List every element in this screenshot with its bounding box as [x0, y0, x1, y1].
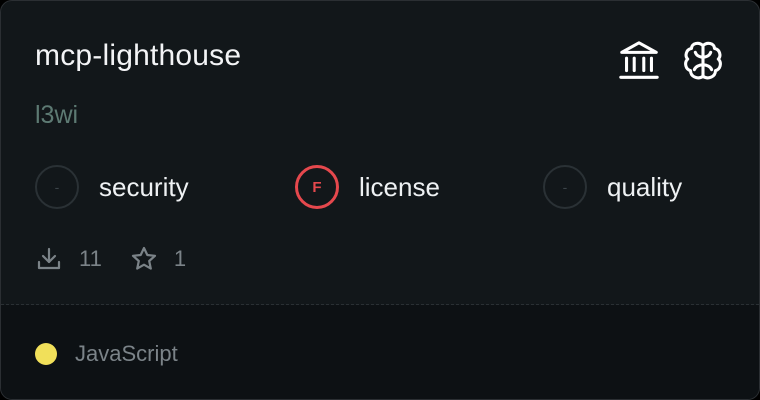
card-body: mcp-lighthouse l3wi - security F license… — [1, 1, 759, 304]
license-score[interactable]: F license — [295, 165, 440, 209]
quality-score[interactable]: - quality — [543, 165, 682, 209]
server-name[interactable]: mcp-lighthouse — [35, 39, 241, 73]
score-row: - security F license - quality — [35, 165, 735, 213]
stars-stat[interactable]: 1 — [130, 245, 186, 273]
bank-icon[interactable] — [615, 37, 663, 85]
license-label: license — [359, 171, 440, 202]
downloads-stat: 11 — [35, 245, 102, 273]
stats-row: 11 1 — [35, 245, 214, 273]
author-link[interactable]: l3wi — [35, 101, 78, 130]
security-score[interactable]: - security — [35, 165, 189, 209]
quality-label: quality — [607, 171, 683, 202]
license-grade-badge: F — [295, 165, 339, 209]
language-name: JavaScript — [75, 341, 178, 366]
star-icon — [131, 246, 156, 270]
card-footer: JavaScript — [1, 305, 759, 399]
language-color-dot — [35, 343, 57, 365]
stars-count: 1 — [173, 246, 187, 271]
security-grade-badge: - — [35, 165, 79, 209]
download-icon — [37, 247, 61, 270]
server-card[interactable]: mcp-lighthouse l3wi - security F license… — [0, 0, 760, 400]
language-indicator: JavaScript — [35, 341, 178, 367]
brain-icon[interactable] — [679, 37, 727, 85]
downloads-count: 11 — [79, 246, 102, 271]
security-label: security — [99, 171, 189, 202]
quality-grade-badge: - — [543, 165, 587, 209]
